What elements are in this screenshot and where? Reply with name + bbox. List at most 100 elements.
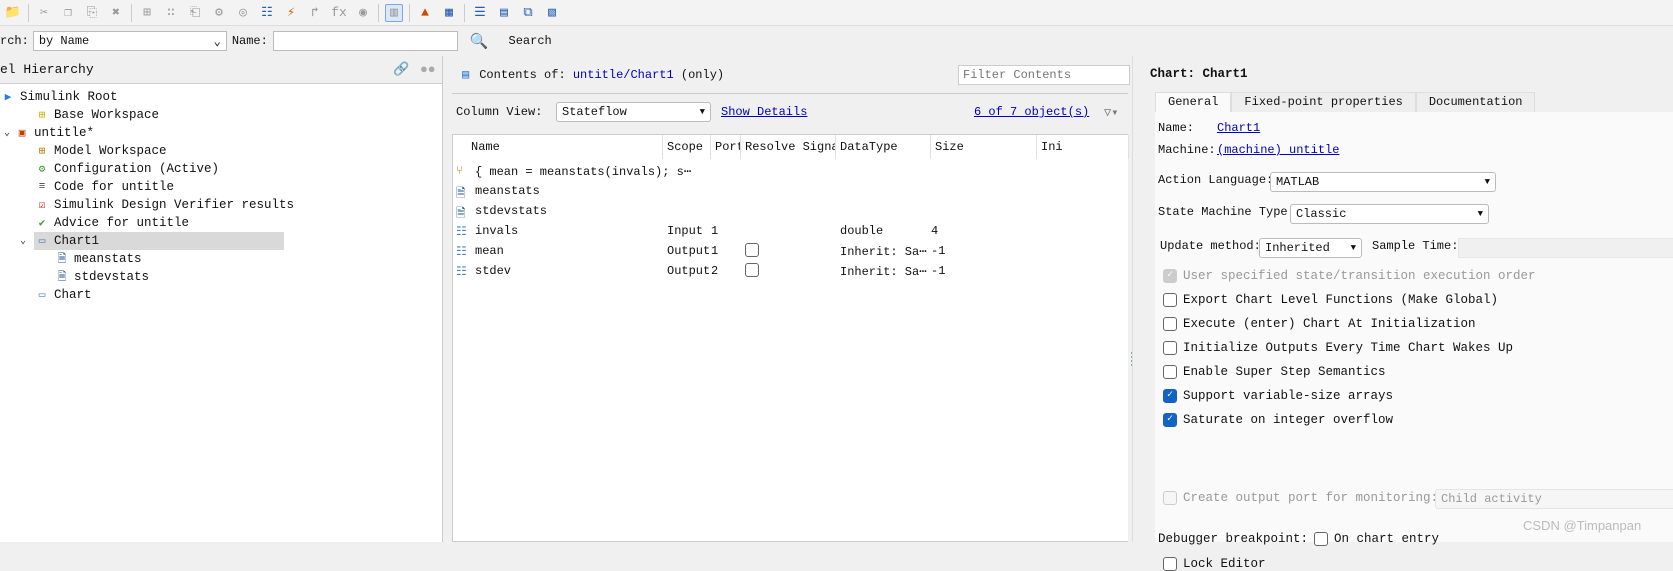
object-count-link[interactable]: 6 of 7 object(s)	[974, 105, 1089, 119]
on-chart-entry-checkbox[interactable]	[1314, 532, 1329, 546]
tree-item-label: untitle*	[34, 126, 95, 140]
tree-item[interactable]: 🗎 stdevstats	[0, 268, 442, 286]
trigger-icon[interactable]: ⚡	[282, 4, 300, 22]
tree-item[interactable]: ✔ Advice for untitle	[0, 214, 442, 232]
monitor-checkbox[interactable]	[1163, 491, 1177, 505]
properties-title: Chart: Chart1	[1150, 67, 1248, 81]
matlab-icon[interactable]: ▲	[416, 4, 434, 22]
data-icon[interactable]: ☷	[258, 4, 276, 22]
config-icon[interactable]: ⚙	[210, 4, 228, 22]
table-row[interactable]: ⑂ { mean = meanstats(invals); s⋯	[453, 161, 1128, 181]
lock-editor-checkbox[interactable]	[1163, 557, 1177, 571]
paste-icon[interactable]: ⎘	[83, 4, 101, 22]
tree-item[interactable]: ▭ Chart	[0, 286, 442, 304]
search-label: rch:	[0, 34, 29, 48]
column-header[interactable]: Scope	[663, 135, 711, 159]
tree-item[interactable]: 🗎 meanstats	[0, 250, 442, 268]
search-icon[interactable]: 🔍	[470, 32, 489, 51]
refresh-icon[interactable]: ⧉	[519, 4, 537, 22]
cell-port: 2	[711, 264, 719, 278]
show-details-link[interactable]: Show Details	[721, 105, 807, 119]
option-checkbox[interactable]: ✓	[1163, 389, 1177, 403]
table-row[interactable]: ☷ mean Output 1 Inherit: Sa⋯ -1	[453, 241, 1128, 261]
tree-item-label: Simulink Design Verifier results	[54, 198, 295, 212]
add-state-icon[interactable]: ⊞	[138, 4, 156, 22]
column-header[interactable]: Name	[467, 135, 663, 159]
filter-icon[interactable]: ▽▾	[1104, 105, 1118, 120]
name-input[interactable]	[272, 31, 458, 51]
message-icon[interactable]: ◉	[354, 4, 372, 22]
machine-link[interactable]: (machine) untitle	[1217, 143, 1339, 157]
option-label: Initialize Outputs Every Time Chart Wake…	[1183, 341, 1514, 355]
add-event-icon[interactable]: ⎗	[186, 4, 204, 22]
tab-fixed-point-properties[interactable]: Fixed-point properties	[1231, 92, 1416, 112]
column-header[interactable]: DataType	[836, 135, 931, 159]
action-language-select[interactable]: MATLAB ▼	[1270, 172, 1496, 192]
filter-contents-input[interactable]	[958, 64, 1130, 85]
option-label: Enable Super Step Semantics	[1183, 365, 1386, 379]
tree-item[interactable]: ☑ Simulink Design Verifier results	[0, 196, 442, 214]
tree-item[interactable]: ⊞ Base Workspace	[0, 106, 442, 124]
resolve-signal-checkbox[interactable]	[745, 243, 759, 257]
glasses-icon[interactable]: ●●	[420, 62, 436, 77]
option-checkbox[interactable]: ✓	[1163, 413, 1177, 427]
option-checkbox[interactable]	[1163, 365, 1177, 379]
column-view-value: Stateflow	[562, 105, 627, 119]
contents-suffix: (only)	[680, 67, 725, 82]
add-data-icon[interactable]: ∷	[162, 4, 180, 22]
option-checkbox[interactable]	[1163, 341, 1177, 355]
option-checkbox[interactable]: ✓	[1163, 269, 1177, 283]
tree-item[interactable]: ⚙ Configuration (Active)	[0, 160, 442, 178]
tree-item[interactable]: ⌄ ▣ untitle*	[0, 124, 442, 142]
table-row[interactable]: ☷ invals Input 1 double 4	[453, 221, 1128, 241]
option-checkbox[interactable]	[1163, 317, 1177, 331]
chevron-down-icon[interactable]: ⌄	[0, 127, 14, 139]
search-button[interactable]: Search	[509, 34, 552, 48]
tree-item-label: Configuration (Active)	[54, 162, 220, 176]
column-header[interactable]: Port	[711, 135, 741, 159]
column-view-select[interactable]: Stateflow ▼	[556, 102, 711, 122]
column-header[interactable]: Resolve Signal	[741, 135, 836, 159]
chevron-down-icon[interactable]: ⌄	[16, 235, 30, 247]
chart-name-link[interactable]: Chart1	[1217, 121, 1260, 135]
tab-documentation[interactable]: Documentation	[1415, 92, 1536, 112]
tree-item[interactable]: ⌄ ▭ Chart1	[20, 232, 284, 250]
code-icon: ≡	[38, 181, 46, 193]
function-icon[interactable]: ↱	[306, 4, 324, 22]
model-explorer-icon[interactable]: ▦	[440, 4, 458, 22]
state-machine-type-label: State Machine Type:	[1158, 205, 1295, 219]
open-folder-icon[interactable]: 📁	[4, 4, 22, 22]
option-checkbox[interactable]	[1163, 293, 1177, 307]
monitor-select[interactable]: Child activity	[1435, 489, 1673, 509]
tree-item[interactable]: ⊞ Model Workspace	[0, 142, 442, 160]
link-icon[interactable]: 🔗	[393, 62, 409, 77]
filter-view-icon[interactable]: ☰	[471, 4, 489, 22]
cut-icon[interactable]: ✂	[35, 4, 53, 22]
sample-time-input[interactable]	[1458, 238, 1673, 258]
cell-size: -1	[931, 244, 946, 258]
table-row[interactable]: 🗎 stdevstats	[453, 201, 1128, 221]
delete-icon[interactable]: ✖	[107, 4, 125, 22]
column-header[interactable]: Ini	[1037, 135, 1129, 159]
highlight-icon[interactable]: ▤	[495, 4, 513, 22]
copy-icon[interactable]: ❐	[59, 4, 77, 22]
table-view-icon[interactable]: ▥	[385, 3, 403, 22]
fx-icon[interactable]: fx	[330, 4, 348, 22]
column-header[interactable]: Size	[931, 135, 1037, 159]
state-machine-type-select[interactable]: Classic ▼	[1290, 204, 1489, 224]
copy-view-icon[interactable]: ▧	[543, 4, 561, 22]
toolbar-separator	[131, 3, 132, 22]
tree-item[interactable]: ≡ Code for untitle	[0, 178, 442, 196]
table-row[interactable]: 🗎 meanstats	[453, 181, 1128, 201]
table-row[interactable]: ☷ stdev Output 2 Inherit: Sa⋯ -1	[453, 261, 1128, 281]
tab-general[interactable]: General	[1155, 92, 1232, 112]
target-icon[interactable]: ◎	[234, 4, 252, 22]
toolbar-separator	[464, 3, 465, 22]
advice-icon: ✔	[38, 218, 46, 230]
update-method-select[interactable]: Inherited ▼	[1259, 238, 1362, 258]
search-by-select[interactable]: by Name ⌄	[32, 31, 227, 51]
resolve-signal-checkbox[interactable]	[745, 263, 759, 277]
state-machine-type-value: Classic	[1296, 207, 1347, 221]
tree-item[interactable]: ▶ Simulink Root	[0, 88, 442, 106]
tree-item-label: Base Workspace	[54, 108, 160, 122]
